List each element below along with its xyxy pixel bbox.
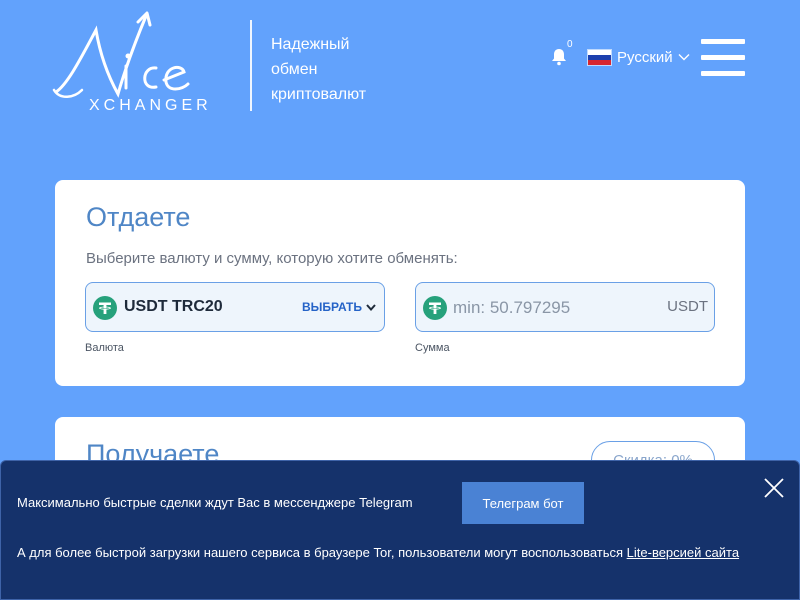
language-label: Русский [617,48,673,66]
give-description: Выберите валюту и сумму, которую хотите … [86,250,458,267]
tagline-line-1: Надежный [271,36,350,53]
russia-flag-icon [587,48,612,66]
currency-label: Валюта [85,342,124,354]
tagline-line-2: обмен [271,61,318,78]
notice-banner: Максимально быстрые сделки ждут Вас в ме… [0,460,800,600]
lite-version-link[interactable]: Lite-версией сайта [627,545,739,560]
amount-unit: USDT [667,298,708,315]
amount-input[interactable] [453,295,653,321]
tagline-line-3: криптовалют [271,86,367,103]
chevron-down-icon [366,303,376,311]
give-title: Отдаете [86,202,191,232]
close-icon[interactable] [763,477,785,499]
currency-select[interactable]: USDT TRC20 ВЫБРАТЬ [85,282,385,332]
logo-wordmark [52,11,190,98]
amount-field: USDT [415,282,715,332]
chevron-down-icon [678,54,690,61]
currency-name: USDT TRC20 [124,298,223,315]
notifications-count: 0 [567,39,573,50]
header: XCHANGER Надежный обмен криптовалют 0 Ру… [0,0,800,140]
page: XCHANGER Надежный обмен криптовалют 0 Ру… [0,0,800,600]
tether-icon [423,296,447,320]
bell-icon [552,49,566,66]
telegram-bot-button[interactable]: Телеграм бот [462,482,584,524]
choose-label: ВЫБРАТЬ [301,300,362,314]
tor-notice: А для более быстрой загрузки нашего серв… [17,544,767,562]
give-card: Отдаете Выберите валюту и сумму, которую… [55,180,745,386]
tagline: Надежный обмен криптовалют [271,32,411,107]
hamburger-menu-icon[interactable] [701,39,745,77]
tether-icon [93,296,117,320]
header-divider [250,20,252,111]
logo-subtitle: XCHANGER [89,97,212,114]
telegram-notice: Максимально быстрые сделки ждут Вас в ме… [17,495,413,510]
logo[interactable]: XCHANGER [52,10,222,120]
amount-label: Сумма [415,342,450,354]
tor-notice-text: А для более быстрой загрузки нашего серв… [17,545,627,560]
language-selector[interactable]: Русский [587,46,690,68]
choose-currency-button[interactable]: ВЫБРАТЬ [302,300,376,314]
notifications-button[interactable]: 0 [549,39,579,70]
